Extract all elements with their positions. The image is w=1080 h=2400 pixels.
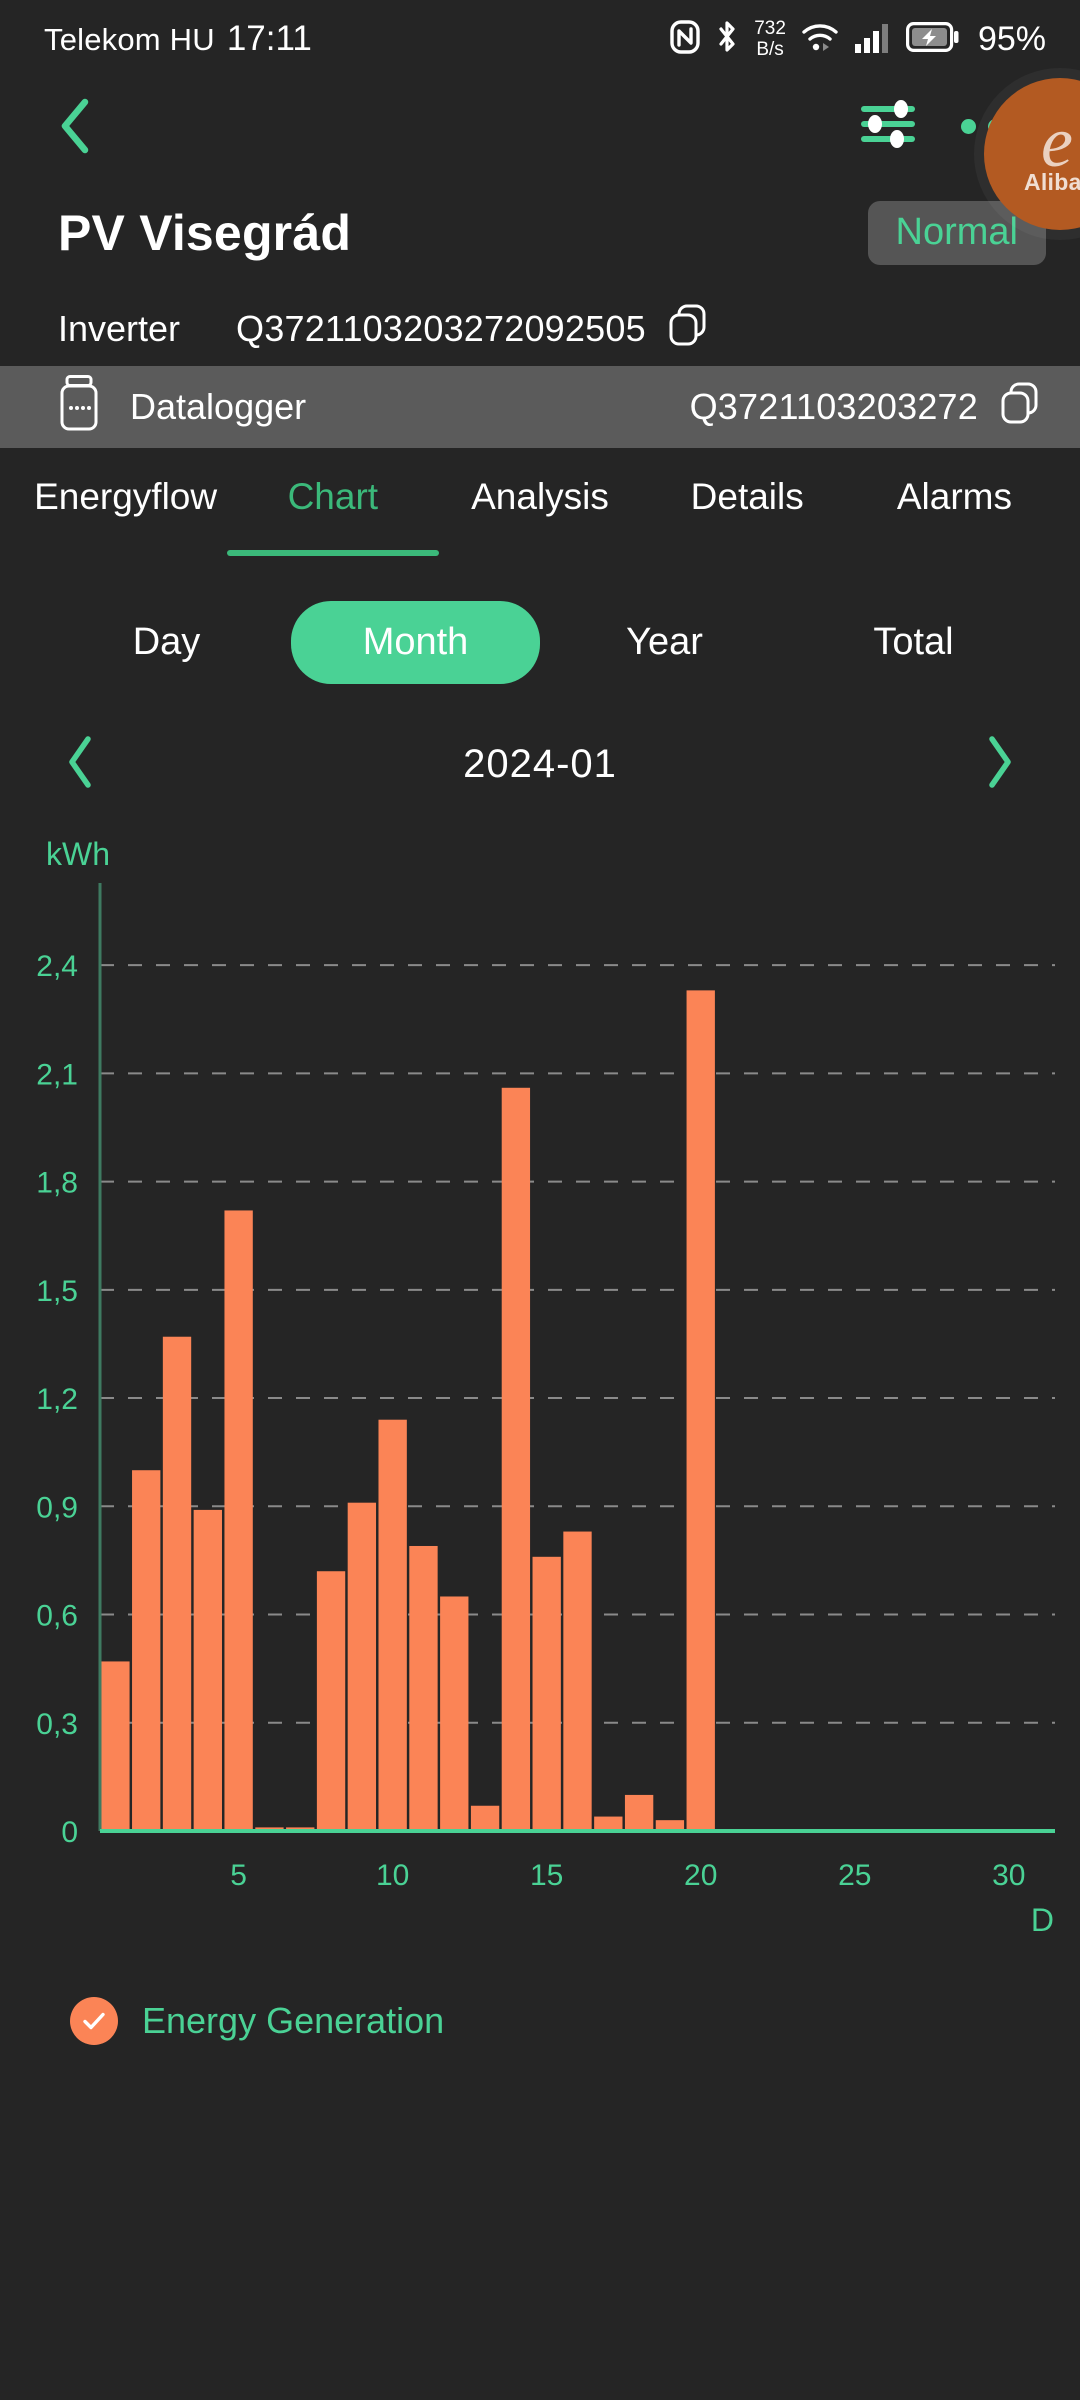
- chevron-right-icon: [989, 735, 1011, 788]
- bluetooth-icon: [714, 19, 740, 60]
- copy-icon[interactable]: [1000, 382, 1040, 433]
- x-axis-tick-label: 20: [684, 1859, 717, 1892]
- chart-bar[interactable]: [563, 1531, 592, 1831]
- chevron-left-icon: [61, 98, 89, 154]
- sliders-icon[interactable]: [857, 93, 919, 160]
- period-label: Day: [132, 620, 201, 663]
- chart-canvas[interactable]: 0 0,3 0,6 0,9 1,2 1,5 1,8 2,1 2,4 5 10 15 20 25 30: [0, 881, 1080, 2061]
- datalogger-serial: Q3721103203272: [689, 386, 978, 427]
- cellular-signal-icon: [854, 21, 892, 58]
- tab-label: Alarms: [896, 476, 1012, 517]
- title-row: PV Visegrád Normal: [0, 174, 1080, 292]
- next-period-button[interactable]: [982, 734, 1018, 795]
- y-axis-tick-label: 1,8: [36, 1167, 78, 1200]
- page-title: PV Visegrád: [58, 205, 352, 261]
- y-axis-tick-label: 0,6: [36, 1600, 78, 1633]
- dot-1: [961, 118, 976, 134]
- carrier-label: Telekom HU: [44, 22, 215, 57]
- battery-percent-label: 95%: [977, 19, 1046, 58]
- status-bar-left: Telekom HU 17:11: [44, 19, 312, 59]
- y-axis-tick-label: 0,3: [36, 1708, 78, 1741]
- copy-icon[interactable]: [668, 304, 708, 355]
- y-axis-tick-label: 2,1: [36, 1058, 78, 1091]
- current-period-label[interactable]: 2024-01: [463, 742, 617, 787]
- period-label: Total: [873, 620, 954, 663]
- datalogger-label: Datalogger: [130, 386, 307, 427]
- chart-bar[interactable]: [316, 1571, 346, 1831]
- x-axis-tick-label: 30: [992, 1859, 1025, 1892]
- chart-bar[interactable]: [532, 1556, 561, 1831]
- period-label: Year: [626, 620, 703, 663]
- battery-charging-icon: [905, 21, 960, 57]
- y-axis-tick-label: 2,4: [36, 950, 78, 983]
- tab-analysis[interactable]: Analysis: [436, 476, 643, 540]
- alibaba-mark: e: [1041, 101, 1073, 182]
- chart-bar[interactable]: [501, 1087, 531, 1831]
- y-axis-unit-label: kWh: [46, 836, 110, 872]
- x-axis-tick-label: 15: [530, 1859, 563, 1892]
- chart-bar[interactable]: [162, 1336, 192, 1831]
- chart-bar[interactable]: [378, 1419, 407, 1831]
- chart-bar[interactable]: [347, 1502, 377, 1831]
- network-speed-unit: B/s: [756, 39, 784, 60]
- status-bar: Telekom HU 17:11 732 B/s 95%: [0, 0, 1080, 78]
- datalogger-icon: [58, 374, 104, 440]
- tab-energyflow[interactable]: Energyflow: [22, 476, 229, 540]
- chart-bar[interactable]: [594, 1816, 623, 1831]
- y-axis-tick-label: 0: [61, 1816, 78, 1849]
- nfc-icon: [670, 19, 700, 59]
- tab-label: Analysis: [471, 476, 609, 517]
- x-axis-tick-label: 25: [838, 1859, 871, 1892]
- chart-bar[interactable]: [224, 1210, 253, 1831]
- datalogger-row[interactable]: Datalogger Q3721103203272: [0, 366, 1080, 448]
- tab-bar: Energyflow Chart Analysis Details Alarms: [0, 448, 1080, 558]
- period-selector: Day Month Year Total: [0, 580, 1080, 704]
- inverter-label: Inverter: [58, 308, 181, 349]
- chart-bar[interactable]: [440, 1596, 469, 1831]
- chevron-left-icon: [69, 735, 91, 788]
- wifi-icon: [800, 21, 840, 58]
- chart-bar[interactable]: [409, 1545, 438, 1831]
- period-day[interactable]: Day: [42, 601, 291, 684]
- period-total[interactable]: Total: [789, 601, 1038, 684]
- period-label: Month: [362, 620, 469, 663]
- previous-period-button[interactable]: [62, 734, 98, 795]
- chart-bar[interactable]: [101, 1661, 130, 1831]
- tab-label: Energyflow: [34, 476, 218, 517]
- tab-label: Chart: [287, 476, 379, 517]
- network-speed-indicator: 732 B/s: [754, 18, 786, 60]
- y-axis-tick-label: 0,9: [36, 1491, 78, 1524]
- x-axis-unit-label: D: [1030, 1902, 1054, 1938]
- chart-bar[interactable]: [470, 1805, 500, 1831]
- inverter-row[interactable]: Inverter Q3721103203272092505: [0, 292, 1080, 366]
- alibaba-name: Alibab: [1023, 169, 1080, 196]
- status-bar-right: 732 B/s 95%: [670, 18, 1046, 60]
- nav-bar: [0, 78, 1080, 174]
- tab-label: Details: [690, 476, 804, 517]
- network-speed-value: 732: [754, 18, 786, 39]
- date-navigator: 2024-01: [0, 718, 1080, 810]
- chart-bar[interactable]: [193, 1509, 222, 1831]
- tab-alarms[interactable]: Alarms: [851, 476, 1058, 540]
- tab-chart[interactable]: Chart: [229, 476, 436, 540]
- inverter-serial: Q3721103203272092505: [236, 308, 646, 349]
- y-axis-tick-label: 1,5: [36, 1275, 78, 1308]
- x-axis-tick-label: 10: [376, 1859, 409, 1892]
- chart-bar[interactable]: [624, 1794, 654, 1831]
- chart-bar[interactable]: [686, 990, 715, 1831]
- tab-details[interactable]: Details: [644, 476, 851, 540]
- period-month[interactable]: Month: [291, 600, 540, 684]
- back-button[interactable]: [46, 96, 106, 156]
- energy-generation-chart[interactable]: 0 0,3 0,6 0,9 1,2 1,5 1,8 2,1 2,4 5 10 15 20 25 30 D: [0, 881, 1080, 2061]
- clock-label: 17:11: [226, 19, 312, 58]
- y-axis-tick-label: 1,2: [36, 1383, 78, 1416]
- chart-bar[interactable]: [132, 1470, 161, 1831]
- period-year[interactable]: Year: [540, 601, 789, 684]
- x-axis-tick-label: 5: [230, 1859, 247, 1892]
